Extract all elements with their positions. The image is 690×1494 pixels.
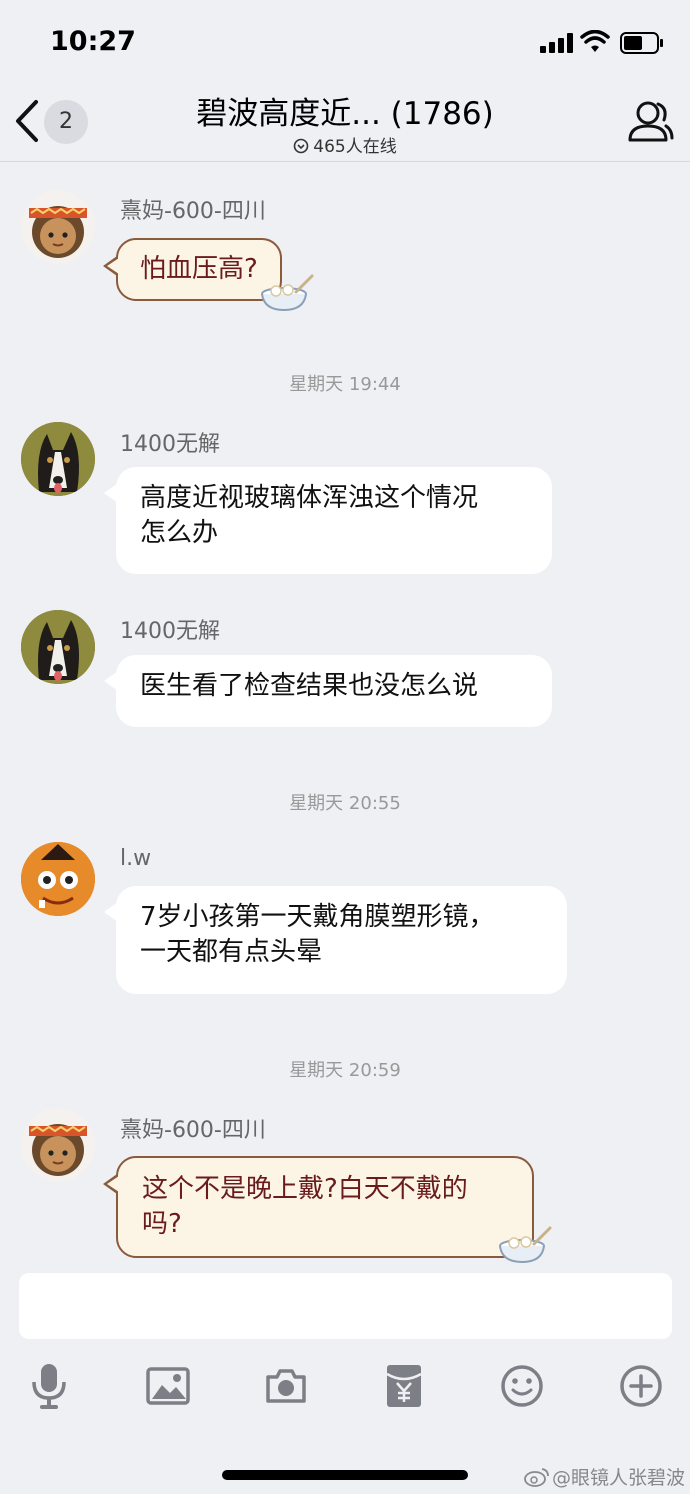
watermark: @眼镜人张碧波	[524, 1463, 685, 1490]
cartoon-girl-avatar-icon	[29, 206, 87, 258]
message-timestamp: 星期天 20:59	[289, 1060, 401, 1081]
status-time: 10:27	[50, 26, 136, 57]
avatar[interactable]	[21, 422, 95, 496]
sender-name: 熹妈-600-四川	[120, 1118, 266, 1143]
avatar[interactable]	[21, 190, 95, 264]
message-text-line: 一天都有点头晕	[140, 937, 323, 967]
image-button[interactable]	[138, 1356, 198, 1416]
avatar[interactable]	[21, 842, 95, 916]
sender-name: 熹妈-600-四川	[120, 199, 266, 224]
message-text-line: 怎么办	[140, 518, 219, 548]
message-bubble[interactable]: 高度近视玻璃体浑浊这个情况 怎么办	[104, 467, 552, 574]
dumpling-bowl-icon	[261, 274, 314, 312]
avatar[interactable]	[21, 1108, 95, 1182]
message-bubble[interactable]: 这个不是晚上戴?白天不戴的 吗?	[103, 1156, 534, 1258]
plus-icon	[620, 1365, 662, 1407]
message-text: 医生看了检查结果也没怎么说	[140, 671, 479, 701]
voice-button[interactable]	[19, 1356, 79, 1416]
avatar[interactable]	[21, 610, 95, 684]
sender-name: l.w	[120, 846, 152, 871]
message-bubble[interactable]: 7岁小孩第一天戴角膜塑形镜， 一天都有点头晕	[104, 886, 567, 994]
dog-avatar-icon	[21, 610, 95, 684]
home-indicator[interactable]	[222, 1470, 468, 1480]
online-status-icon	[293, 138, 309, 154]
dog-avatar-icon	[21, 422, 95, 496]
message-text: 怕血压高?	[140, 254, 258, 284]
dumpling-bowl-icon	[499, 1226, 552, 1264]
weibo-logo-icon	[524, 1468, 549, 1487]
emoji-button[interactable]	[492, 1356, 552, 1416]
watermark-text: @眼镜人张碧波	[552, 1467, 686, 1489]
message-text-line: 7岁小孩第一天戴角膜塑形镜，	[140, 902, 495, 932]
red-packet-icon	[386, 1365, 422, 1407]
message-bubble[interactable]: 怕血压高?	[103, 238, 282, 301]
microphone-icon	[32, 1364, 66, 1409]
emoji-icon	[501, 1365, 543, 1407]
battery-icon	[620, 32, 663, 54]
message-timestamp: 星期天 19:44	[289, 374, 401, 395]
message-text-line: 吗?	[142, 1209, 182, 1239]
message-timestamp: 星期天 20:55	[289, 793, 401, 814]
image-icon	[146, 1367, 190, 1405]
status-bar: 10:27	[0, 0, 690, 84]
group-members-icon[interactable]	[624, 98, 674, 146]
sender-name: 1400无解	[120, 432, 220, 457]
nav-bar: 2 碧波高度近... (1786) 465人在线	[0, 84, 690, 162]
message-text-line: 高度近视玻璃体浑浊这个情况	[140, 483, 479, 513]
sender-name: 1400无解	[120, 619, 220, 644]
chat-title[interactable]: 碧波高度近... (1786)	[0, 88, 690, 133]
online-count-text: 465人在线	[313, 137, 397, 157]
message-text-line: 这个不是晚上戴?白天不戴的	[142, 1174, 468, 1204]
message-input[interactable]	[19, 1273, 672, 1339]
camera-button[interactable]	[256, 1356, 316, 1416]
input-toolbar	[0, 1356, 690, 1420]
more-button[interactable]	[611, 1356, 671, 1416]
online-count: 465人在线	[0, 132, 690, 157]
camera-icon	[266, 1369, 306, 1403]
wifi-icon	[580, 30, 610, 52]
signal-icon	[540, 33, 573, 53]
message-bubble[interactable]: 医生看了检查结果也没怎么说	[104, 655, 552, 727]
cartoon-girl-avatar-icon	[29, 1124, 87, 1176]
red-packet-button[interactable]	[374, 1356, 434, 1416]
orange-monster-avatar-icon	[21, 842, 95, 916]
